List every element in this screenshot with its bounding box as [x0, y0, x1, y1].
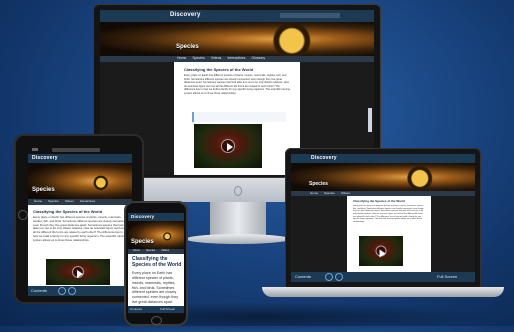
next-page-icon[interactable]	[68, 287, 76, 295]
article-body: Every place on Earth has different speci…	[353, 205, 424, 224]
hero-banner: Species	[28, 163, 132, 199]
nav-item[interactable]: Home	[307, 191, 321, 196]
article-body: Every place on Earth has different speci…	[132, 271, 179, 305]
brand-logo[interactable]: Discovery	[32, 155, 58, 161]
bottom-bar: Contents Full Screen	[128, 306, 184, 313]
article-page: Classifying the Species of the World Eve…	[128, 254, 184, 306]
article-page: Classifying the Species of the World Eve…	[28, 205, 132, 286]
play-icon[interactable]	[72, 266, 84, 278]
site-header: Discovery	[100, 10, 374, 22]
laptop-base	[262, 287, 504, 297]
side-toolbar[interactable]	[368, 108, 372, 132]
fullscreen-button[interactable]: Full Screen	[437, 274, 457, 279]
article-title: Classifying the Species of the World	[33, 209, 103, 214]
section-title: Species	[32, 187, 55, 193]
prev-page-icon[interactable]	[58, 287, 66, 295]
play-icon[interactable]	[375, 245, 387, 258]
article-page: Classifying the Species of the World Eve…	[347, 196, 431, 272]
section-title: Species	[176, 44, 199, 50]
tablet-screen: Discovery Species Home Species Videos In…	[28, 146, 132, 296]
prev-page-icon[interactable]	[325, 273, 333, 281]
video-player[interactable]	[359, 236, 403, 266]
contents-button[interactable]: Contents	[295, 274, 311, 279]
phone-home-button[interactable]	[151, 316, 162, 325]
apple-logo-icon	[234, 186, 242, 196]
browser-bar	[28, 146, 132, 154]
article-page: Classifying the Species of the World Eve…	[174, 62, 300, 175]
contents-button[interactable]: Contents	[130, 307, 142, 311]
site-header: Discovery	[28, 154, 132, 163]
fullscreen-button[interactable]: Full Screen	[160, 307, 175, 311]
hero-banner: Species	[100, 22, 374, 56]
tablet-home-button[interactable]	[18, 210, 28, 220]
related-link-box[interactable]	[192, 112, 286, 122]
laptop-screen: Discovery Species Home Species Videos Cl…	[291, 154, 475, 282]
video-player[interactable]	[46, 259, 110, 285]
video-player[interactable]	[194, 124, 262, 168]
section-title: Species	[131, 239, 154, 245]
next-page-icon[interactable]	[335, 273, 343, 281]
phone-screen: Discovery Species Home Species Videos Cl…	[128, 213, 184, 313]
hero-banner: Species	[128, 221, 184, 249]
site-header: Discovery	[291, 154, 475, 163]
hero-banner: Species	[291, 163, 475, 191]
header-links[interactable]	[280, 13, 340, 18]
floor-shadow	[30, 302, 494, 332]
brand-logo[interactable]: Discovery	[170, 12, 201, 18]
section-title: Species	[309, 181, 328, 187]
site-header: Discovery	[128, 213, 184, 221]
bottom-bar: Contents	[28, 286, 132, 296]
article-title: Classifying the Species of the World	[132, 256, 182, 268]
monitor-stand-neck	[210, 202, 266, 236]
brand-logo[interactable]: Discovery	[311, 155, 337, 161]
play-icon[interactable]	[221, 139, 235, 153]
contents-button[interactable]: Contents	[31, 288, 47, 293]
monitor-stand-foot	[186, 234, 290, 244]
address-bar[interactable]	[52, 148, 100, 152]
bottom-bar: Contents Full Screen	[291, 272, 475, 282]
nav-item[interactable]: Species	[321, 191, 338, 196]
brand-logo[interactable]: Discovery	[131, 214, 154, 219]
article-body: Every place on Earth has different speci…	[33, 216, 127, 242]
article-body: Every place on Earth has different speci…	[184, 74, 290, 95]
article-title: Classifying the Species of the World	[184, 67, 254, 72]
article-title: Classifying the Species of the World	[353, 199, 405, 203]
back-icon[interactable]	[32, 148, 38, 151]
